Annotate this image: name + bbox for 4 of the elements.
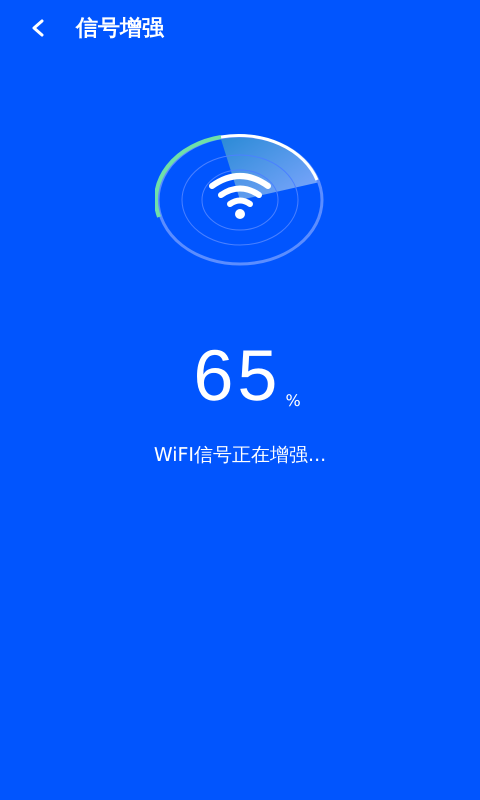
progress-percent: 65 <box>193 340 282 412</box>
page-title: 信号增强 <box>76 15 164 43</box>
status-text: WiFI信号正在增强... <box>152 443 328 468</box>
percent-unit: % <box>285 391 301 410</box>
